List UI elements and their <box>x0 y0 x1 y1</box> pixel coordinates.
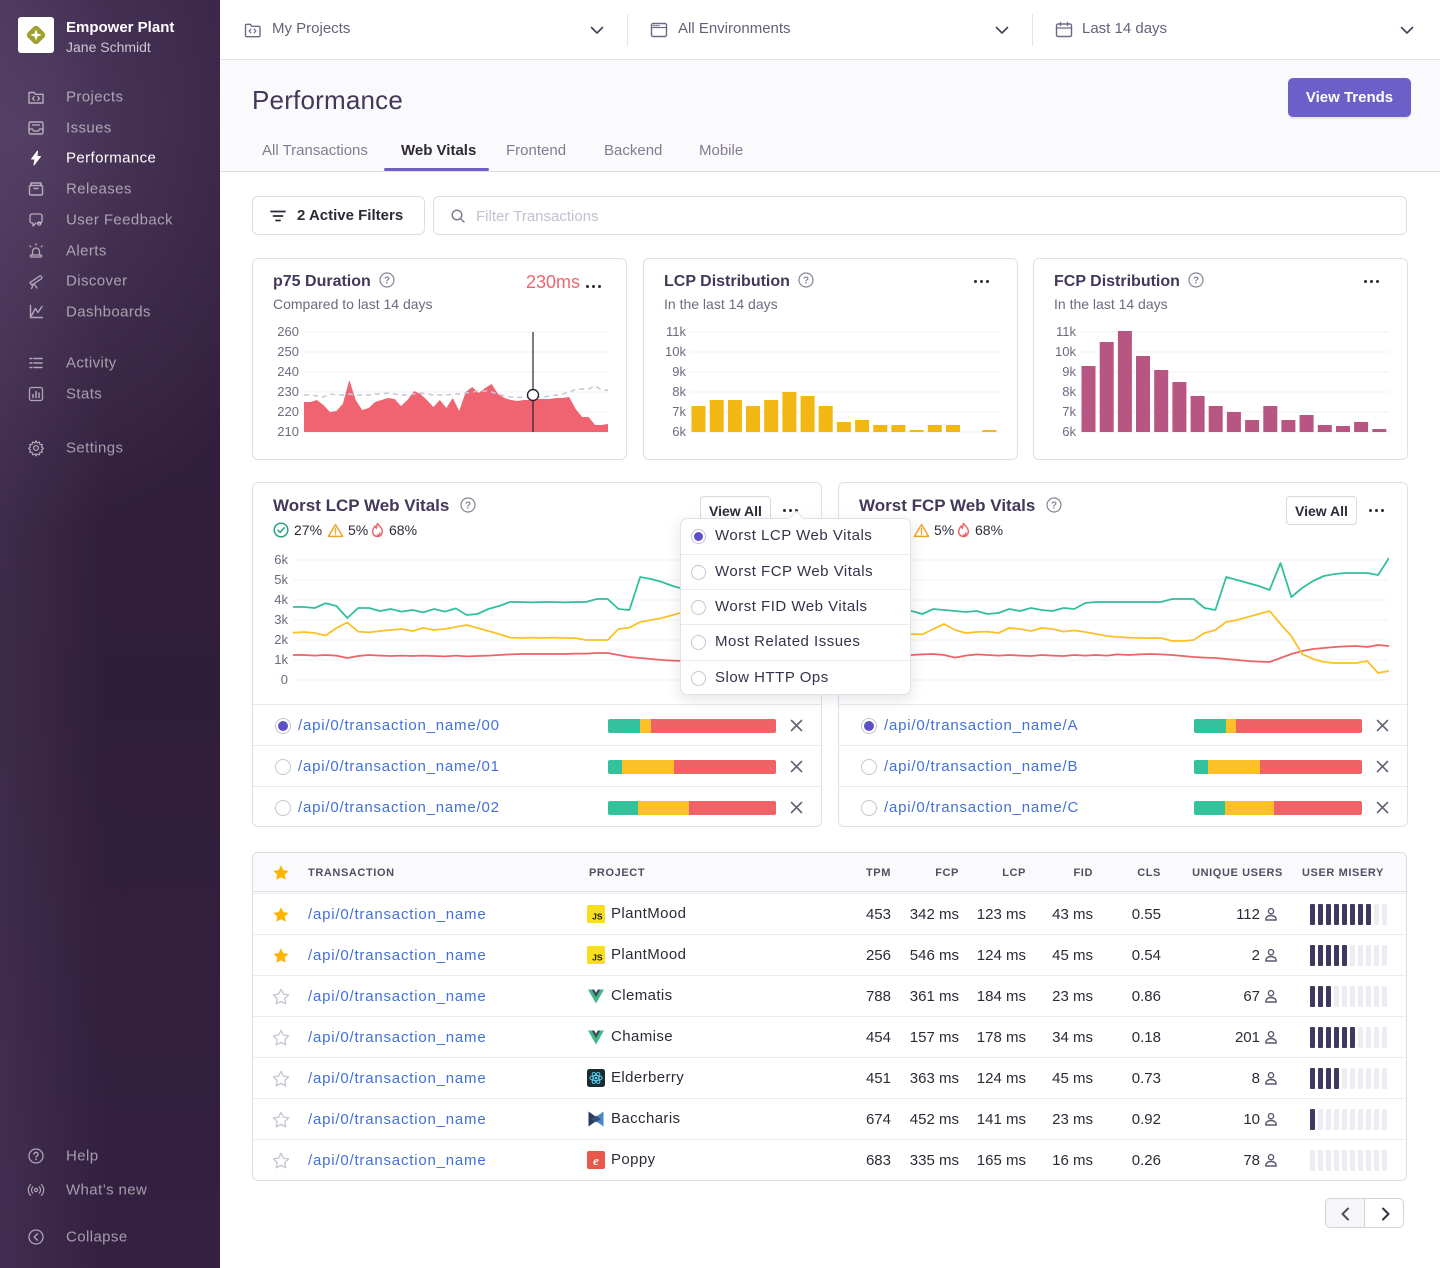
svg-text:JS: JS <box>592 953 603 963</box>
svg-text:5k: 5k <box>274 572 288 587</box>
svg-text:11k: 11k <box>1056 324 1076 339</box>
svg-text:9k: 9k <box>672 364 686 379</box>
svg-text:10k: 10k <box>1055 344 1076 359</box>
svg-text:10k: 10k <box>665 344 686 359</box>
svg-text:230: 230 <box>277 384 299 399</box>
svg-text:6k: 6k <box>274 552 288 567</box>
svg-text:?: ? <box>803 276 809 287</box>
svg-text:JS: JS <box>592 912 603 922</box>
svg-text:?: ? <box>465 501 471 512</box>
svg-text:240: 240 <box>277 364 299 379</box>
svg-text:6k: 6k <box>1062 424 1076 439</box>
svg-text:1k: 1k <box>274 652 288 667</box>
svg-text:?: ? <box>384 276 390 287</box>
svg-text:7k: 7k <box>1062 404 1076 419</box>
svg-text:9k: 9k <box>1062 364 1076 379</box>
svg-text:2k: 2k <box>274 632 288 647</box>
svg-text:?: ? <box>1193 276 1199 287</box>
svg-text:?: ? <box>1051 501 1057 512</box>
svg-text:220: 220 <box>277 404 299 419</box>
svg-text:8k: 8k <box>1062 384 1076 399</box>
svg-text:0: 0 <box>281 672 288 687</box>
svg-text:8k: 8k <box>672 384 686 399</box>
svg-text:e: e <box>593 1153 599 1168</box>
svg-text:250: 250 <box>277 344 299 359</box>
svg-text:6k: 6k <box>672 424 686 439</box>
svg-text:11k: 11k <box>666 324 686 339</box>
svg-text:4k: 4k <box>274 592 288 607</box>
svg-text:3k: 3k <box>274 612 288 627</box>
svg-text:210: 210 <box>277 424 299 439</box>
svg-text:7k: 7k <box>672 404 686 419</box>
svg-text:260: 260 <box>277 324 299 339</box>
